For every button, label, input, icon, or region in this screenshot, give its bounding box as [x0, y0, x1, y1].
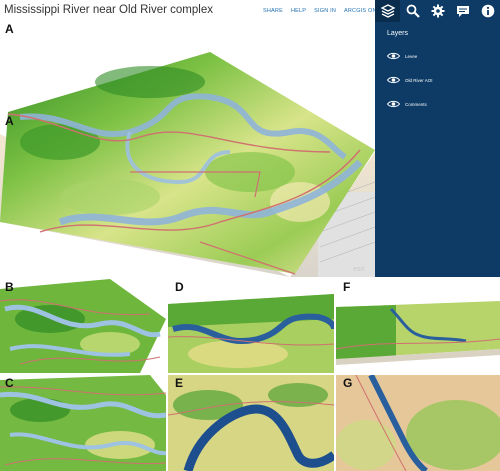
layers-icon — [380, 4, 395, 18]
terrain-view-b — [0, 279, 166, 373]
toolbar — [375, 0, 500, 22]
esri-attribution: esri — [353, 266, 365, 273]
layer-item-old-river-aoi[interactable]: Old River AOI — [387, 76, 433, 84]
terrain-view-f — [336, 279, 500, 373]
panel-label-c: C — [5, 376, 14, 390]
settings-button[interactable] — [425, 0, 450, 22]
layer-label-comments: Comments — [405, 101, 427, 107]
comment-icon — [456, 5, 469, 17]
app-title: Mississippi River near Old River complex — [4, 4, 213, 16]
layer-label-old-river-aoi: Old River AOI — [405, 77, 433, 83]
view-thumbnail-b[interactable]: B — [0, 279, 166, 373]
layers-panel-title: Layers — [387, 30, 409, 37]
info-icon — [481, 4, 494, 18]
comments-button[interactable] — [450, 0, 475, 22]
help-link[interactable]: HELP — [291, 8, 306, 14]
search-button[interactable] — [400, 0, 425, 22]
view-thumbnail-d[interactable]: D — [168, 279, 334, 373]
view-thumbnail-c[interactable]: C — [0, 375, 166, 471]
layers-panel: Layers Levee Old River AOI Comments — [375, 22, 500, 277]
main-map-view[interactable]: A A — [0, 22, 375, 277]
sign-in-link[interactable]: SIGN IN — [314, 8, 336, 14]
panel-label-g: G — [343, 376, 353, 390]
layer-item-levee[interactable]: Levee — [387, 52, 417, 60]
eye-icon[interactable] — [387, 52, 400, 60]
app-header: Mississippi River near Old River complex… — [0, 0, 500, 22]
terrain-view-e — [168, 375, 334, 471]
panel-label-a-inner: A — [5, 114, 14, 128]
terrain-view-c — [0, 375, 166, 471]
panel-label-e: E — [175, 376, 184, 390]
panel-label-d: D — [175, 280, 184, 294]
eye-icon[interactable] — [387, 76, 400, 84]
view-thumbnail-g[interactable]: G — [336, 375, 500, 471]
terrain-3d-scene[interactable] — [0, 22, 375, 277]
view-thumbnail-e[interactable]: E — [168, 375, 334, 471]
layer-label-levee: Levee — [405, 53, 418, 59]
view-thumbnail-f[interactable]: F — [336, 279, 500, 373]
gear-icon — [431, 4, 444, 18]
terrain-view-g — [336, 375, 500, 471]
layers-button[interactable] — [375, 0, 400, 22]
panel-label-b: B — [5, 280, 14, 294]
layer-item-comments[interactable]: Comments — [387, 100, 427, 108]
eye-icon[interactable] — [387, 100, 400, 108]
search-icon — [406, 4, 420, 18]
panel-label-a: A — [5, 22, 14, 36]
panel-label-f: F — [343, 280, 351, 294]
info-button[interactable] — [475, 0, 500, 22]
nav-links: SHARE HELP SIGN IN ARCGIS ONLINE — [263, 8, 390, 14]
terrain-view-d — [168, 279, 334, 373]
share-link[interactable]: SHARE — [263, 8, 283, 14]
